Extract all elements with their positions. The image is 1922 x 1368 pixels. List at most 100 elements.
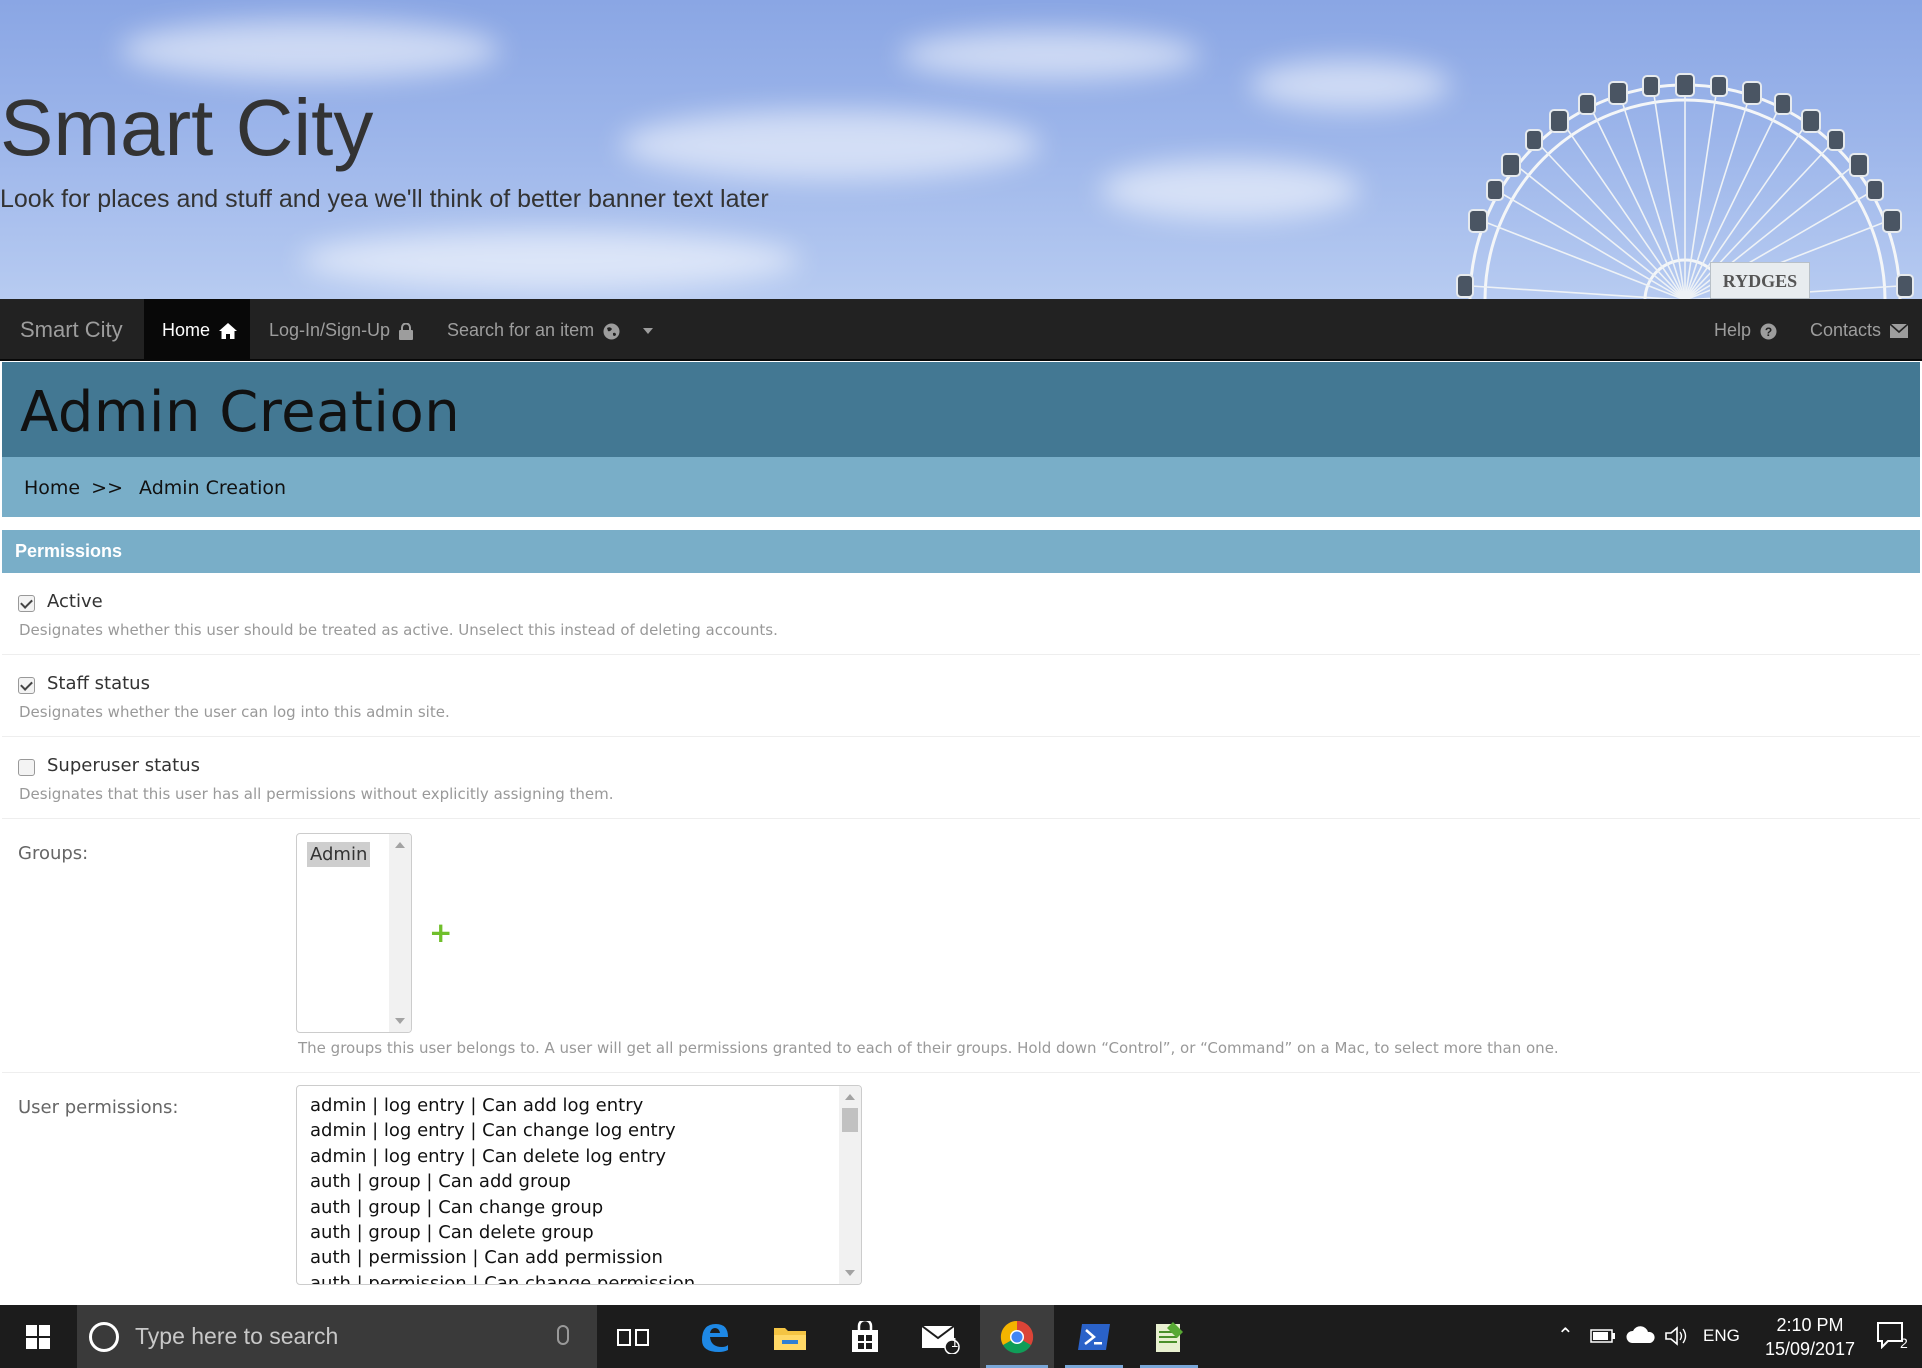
list-item[interactable]: auth | permission | Can add permission [310, 1245, 695, 1270]
windows-taskbar: Type here to search 1 ⌃ ENG 2:10 PM 15/0… [0, 1305, 1922, 1368]
chevron-down-icon [643, 328, 654, 335]
language-indicator[interactable]: ENG [1703, 1326, 1740, 1346]
windows-logo-icon [25, 1324, 50, 1349]
list-item[interactable]: admin | log entry | Can add log entry [310, 1093, 695, 1118]
onedrive-cloud-icon[interactable] [1626, 1325, 1656, 1345]
staff-status-help: Designates whether the user can log into… [19, 703, 450, 721]
taskbar-clock[interactable]: 2:10 PM 15/09/2017 [1745, 1313, 1875, 1361]
scroll-up-arrow-icon[interactable] [845, 1094, 855, 1100]
scroll-down-arrow-icon[interactable] [395, 1018, 405, 1024]
nav-contacts[interactable]: Contacts [1792, 299, 1922, 361]
breadcrumb-separator: >> [91, 477, 123, 499]
edge-button[interactable] [680, 1305, 750, 1368]
notepad-icon [1156, 1321, 1183, 1352]
clock-time: 2:10 PM [1776, 1315, 1844, 1335]
list-item[interactable]: auth | group | Can delete group [310, 1220, 695, 1245]
nav-search-label: Search for an item [447, 320, 595, 340]
top-navbar: Smart City Home Log-In/Sign-Up Search fo… [0, 299, 1922, 361]
active-label: Active [47, 591, 103, 612]
lock-icon [399, 322, 414, 340]
file-explorer-icon [774, 1327, 806, 1350]
powershell-icon [1078, 1323, 1110, 1350]
nav-search-item[interactable]: Search for an item [429, 299, 671, 361]
envelope-icon [1890, 324, 1909, 339]
groups-label: Groups: [18, 843, 89, 864]
breadcrumb-current: Admin Creation [139, 477, 287, 499]
nav-help-label: Help [1714, 320, 1752, 340]
notification-count-badge: 2 [1900, 1335, 1908, 1351]
mail-button[interactable]: 1 [905, 1305, 975, 1368]
mail-badge-count: 1 [951, 1335, 959, 1350]
store-button[interactable] [830, 1305, 900, 1368]
taskbar-search-placeholder: Type here to search [135, 1323, 339, 1349]
permissions-heading: Permissions [2, 530, 1920, 573]
question-circle-icon: ? [1760, 323, 1777, 340]
add-group-button[interactable]: + [429, 919, 452, 947]
list-item[interactable]: auth | group | Can change group [310, 1195, 695, 1220]
nav-login-label: Log-In/Sign-Up [269, 320, 391, 340]
nav-help[interactable]: Help ? [1696, 299, 1795, 361]
superuser-status-label: Superuser status [47, 755, 201, 776]
list-item[interactable]: admin | log entry | Can change log entry [310, 1118, 695, 1143]
groups-row: Groups: Admin + The groups this user bel… [2, 819, 1920, 1073]
list-item[interactable]: auth | permission | Can change permissio… [310, 1271, 695, 1284]
groups-option-admin[interactable]: Admin [307, 842, 371, 867]
active-checkbox[interactable] [18, 595, 35, 612]
user-permissions-row: User permissions: admin | log entry | Ca… [2, 1073, 1920, 1305]
scroll-down-arrow-icon[interactable] [845, 1270, 855, 1276]
user-permissions-label: User permissions: [18, 1097, 179, 1118]
groups-select[interactable]: Admin [296, 833, 412, 1033]
list-item[interactable]: admin | log entry | Can delete log entry [310, 1144, 695, 1169]
active-row: Active Designates whether this user shou… [2, 573, 1920, 655]
staff-row: Staff status Designates whether the user… [2, 655, 1920, 737]
superuser-status-help: Designates that this user has all permis… [19, 785, 614, 803]
edge-icon [702, 1323, 728, 1352]
task-view-icon [617, 1328, 649, 1346]
chrome-button[interactable] [980, 1305, 1054, 1368]
cortana-icon[interactable] [89, 1322, 119, 1352]
superuser-status-checkbox[interactable] [18, 759, 35, 776]
breadcrumb-home-link[interactable]: Home [24, 477, 80, 499]
nav-home[interactable]: Home [144, 299, 250, 361]
superuser-row: Superuser status Designates that this us… [2, 737, 1920, 819]
nav-contacts-label: Contacts [1810, 320, 1882, 340]
chrome-icon [1000, 1320, 1034, 1353]
groups-scrollbar[interactable] [389, 834, 411, 1032]
banner-subtitle: Look for places and stuff and yea we'll … [0, 185, 769, 213]
notepad-button[interactable] [1134, 1305, 1204, 1368]
user-permissions-select[interactable]: admin | log entry | Can add log entry ad… [296, 1085, 862, 1285]
rydges-sign: RYDGES [1710, 262, 1810, 299]
breadcrumb: Home >> Admin Creation [2, 457, 1920, 517]
taskbar-search-box[interactable]: Type here to search [77, 1305, 597, 1368]
action-center-button[interactable]: 2 [1876, 1321, 1916, 1355]
show-hidden-icons-chevron-icon[interactable]: ⌃ [1557, 1323, 1574, 1348]
start-button[interactable] [0, 1305, 75, 1368]
user-permissions-scrollbar[interactable] [839, 1086, 861, 1284]
task-view-button[interactable] [604, 1305, 664, 1368]
microphone-icon[interactable] [557, 1325, 569, 1345]
list-item[interactable]: auth | group | Can add group [310, 1169, 695, 1194]
nav-home-label: Home [162, 320, 211, 340]
svg-text:?: ? [1765, 325, 1772, 339]
page-header: Admin Creation [2, 362, 1920, 457]
staff-status-label: Staff status [47, 673, 150, 694]
staff-status-checkbox[interactable] [18, 677, 35, 694]
groups-help: The groups this user belongs to. A user … [298, 1039, 1559, 1057]
active-help: Designates whether this user should be t… [19, 621, 778, 639]
home-icon [219, 323, 238, 340]
clock-date: 15/09/2017 [1764, 1339, 1856, 1359]
banner: RYDGES Smart City Look for places and st… [0, 0, 1922, 299]
scroll-up-arrow-icon[interactable] [395, 842, 405, 848]
user-permissions-options: admin | log entry | Can add log entry ad… [310, 1093, 695, 1284]
battery-icon[interactable] [1590, 1329, 1616, 1343]
banner-title: Smart City [0, 83, 374, 172]
store-icon [852, 1320, 878, 1352]
file-explorer-button[interactable] [755, 1305, 825, 1368]
nav-login[interactable]: Log-In/Sign-Up [251, 299, 431, 361]
ferris-wheel-image [1456, 73, 1914, 299]
navbar-brand[interactable]: Smart City [20, 299, 123, 361]
volume-icon[interactable] [1664, 1325, 1688, 1347]
scrollbar-thumb[interactable] [842, 1108, 858, 1132]
page-title: Admin Creation [20, 380, 461, 445]
powershell-button[interactable] [1059, 1305, 1129, 1368]
